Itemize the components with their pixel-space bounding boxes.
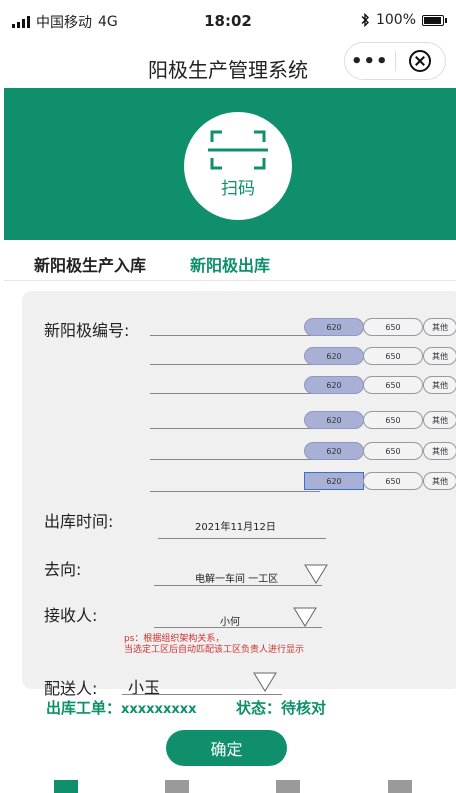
order-value: xxxxxxxxx [121, 702, 197, 717]
option-other[interactable]: 其他 [423, 318, 456, 336]
order-label: 出库工单： [46, 699, 122, 717]
close-button[interactable] [396, 50, 446, 72]
battery-percent: 100% [375, 12, 416, 28]
option-650[interactable]: 650 [363, 347, 423, 365]
status-right: 100% [361, 12, 447, 28]
anode-number-input[interactable] [150, 393, 320, 394]
option-650[interactable]: 650 [363, 376, 423, 394]
anode-number-input[interactable] [150, 335, 320, 336]
tabbar-item-icon[interactable] [276, 780, 300, 793]
option-620[interactable]: 620 [304, 411, 364, 429]
option-650[interactable]: 650 [363, 318, 423, 336]
mini-program-capsule: ••• [344, 42, 446, 80]
receiver-note: ps：根据组织架构关系， 当选定工区后自动匹配该工区负责人进行显示 [124, 634, 304, 656]
order-info: 出库工单：xxxxxxxxx [46, 697, 196, 718]
option-620[interactable]: 620 [304, 376, 364, 394]
option-other[interactable]: 其他 [423, 411, 456, 429]
tabs-divider [4, 280, 456, 281]
option-620[interactable]: 620 [304, 347, 364, 365]
option-650[interactable]: 650 [363, 472, 423, 490]
option-620[interactable]: 620 [304, 442, 364, 460]
destination-dropdown-icon[interactable] [304, 564, 328, 584]
receiver-underline [154, 627, 322, 628]
receiver-label: 接收人: [44, 606, 98, 625]
tab-bar: 新阳极生产入库 新阳极出库 [0, 250, 456, 280]
tabbar-home-icon[interactable] [54, 780, 78, 793]
note-line-2: 当选定工区后自动匹配该工区负责人进行显示 [124, 645, 305, 655]
scan-banner: 扫码 [4, 88, 456, 240]
more-icon[interactable]: ••• [345, 51, 395, 72]
receiver-value[interactable]: 小何 [220, 613, 240, 628]
anode-number-label: 新阳极编号: [44, 321, 130, 340]
deliverer-dropdown-icon[interactable] [253, 672, 277, 692]
outbound-time-label: 出库时间: [44, 512, 114, 531]
tab-new-anode-inbound[interactable]: 新阳极生产入库 [34, 252, 146, 276]
tabbar-item-icon[interactable] [165, 780, 189, 793]
option-other[interactable]: 其他 [423, 442, 456, 460]
status-text: 状态：待核对 [236, 699, 327, 717]
destination-label: 去向: [44, 560, 82, 579]
destination-value[interactable]: 电解一车间 一工区 [195, 570, 278, 585]
option-650[interactable]: 650 [363, 411, 423, 429]
anode-number-input[interactable] [150, 364, 320, 365]
option-other[interactable]: 其他 [423, 376, 456, 394]
status-bar: 中国移动 4G 18:02 100% [0, 0, 456, 42]
option-620[interactable]: 620 [304, 472, 364, 490]
option-620[interactable]: 620 [304, 318, 364, 336]
battery-icon [422, 14, 447, 26]
tabbar-item-icon[interactable] [388, 780, 412, 793]
deliverer-underline [122, 694, 282, 695]
destination-underline [154, 585, 322, 586]
anode-number-input[interactable] [150, 428, 320, 429]
deliverer-label: 配送人: [44, 679, 98, 698]
anode-number-input[interactable] [150, 459, 320, 460]
bluetooth-icon [361, 13, 369, 27]
scan-label: 扫码 [221, 179, 255, 199]
option-other[interactable]: 其他 [423, 472, 456, 490]
outbound-time-underline [158, 538, 326, 539]
option-650[interactable]: 650 [363, 442, 423, 460]
tab-new-anode-outbound[interactable]: 新阳极出库 [190, 252, 270, 276]
option-other[interactable]: 其他 [423, 347, 456, 365]
scan-icon [208, 130, 268, 170]
outbound-time-value[interactable]: 2021年11月12日 [195, 518, 276, 533]
receiver-dropdown-icon[interactable] [293, 607, 317, 627]
confirm-button[interactable]: 确定 [166, 730, 287, 766]
note-line-1: ps：根据组织架构关系， [124, 634, 225, 644]
anode-number-input[interactable] [150, 491, 320, 492]
scan-button[interactable]: 扫码 [184, 112, 292, 220]
close-icon [409, 50, 432, 72]
